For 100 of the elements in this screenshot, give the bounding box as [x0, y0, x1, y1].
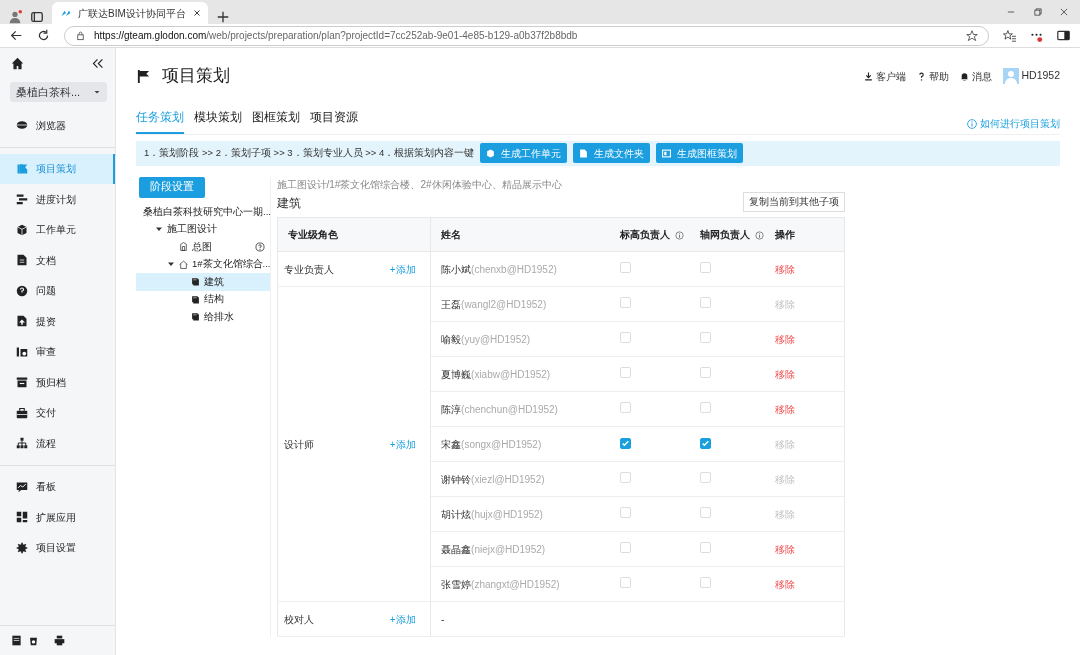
settings-icon: [16, 541, 28, 554]
sidebar-item[interactable]: 提资: [0, 306, 115, 337]
copy-button[interactable]: 复制当前到其他子项: [742, 191, 845, 212]
tree-node[interactable]: 给排水: [136, 308, 270, 326]
url-text: https://gteam.glodon.com/web/projects/preparation/plan?projectId=7cc252ab-9e01-4e85-b129-a0b37f2b8bdb: [94, 29, 579, 43]
sidebar-item[interactable]: 问题: [0, 275, 115, 306]
question-icon: [16, 284, 28, 297]
star-icon[interactable]: [966, 29, 978, 42]
document-icon: [579, 148, 589, 158]
tree-node[interactable]: 施工图设计: [136, 220, 270, 238]
member-name: 聂晶鑫(niejx@HD1952): [441, 543, 546, 555]
tree-node[interactable]: 1#茶文化馆综合...: [136, 255, 270, 273]
tab[interactable]: 图框策划: [252, 104, 300, 134]
sidebar-item[interactable]: 扩展应用: [0, 502, 115, 533]
column-header: 专业级角色: [277, 217, 431, 252]
sidebar-item[interactable]: 文档: [0, 245, 115, 276]
column-header: 姓名: [430, 217, 611, 252]
caret-icon: [93, 88, 101, 96]
notebook-icon[interactable]: [11, 635, 22, 646]
cube-icon: [16, 223, 28, 236]
document-icon: [16, 254, 28, 267]
house-icon: [179, 259, 188, 269]
download-icon: [863, 71, 873, 81]
tab-title: 广联达BIM设计协同平台: [78, 6, 186, 21]
reload-icon[interactable]: [37, 29, 50, 42]
home-icon[interactable]: [11, 56, 24, 70]
empty-value: -: [441, 613, 445, 625]
header-link[interactable]: 消息: [959, 68, 992, 84]
tree-node[interactable]: 建筑: [136, 273, 270, 291]
help-icon[interactable]: [255, 241, 265, 252]
sidebar-item[interactable]: 审查: [0, 336, 115, 367]
tab[interactable]: 项目资源: [310, 104, 358, 134]
cube-icon: [486, 148, 496, 158]
apps-icon: [16, 511, 28, 524]
presentation-icon: [16, 480, 28, 493]
tab[interactable]: 模块策划: [194, 104, 242, 134]
breadcrumb-text: 施工图设计/1#茶文化馆综合楼、2#休闲体验中心、精品展示中心: [276, 177, 563, 192]
back-icon[interactable]: [10, 29, 23, 42]
address-bar[interactable]: https://gteam.glodon.com/web/projects/preparation/plan?projectId=7cc252ab-9e01-4e85-b129-a0b37f2b8bdb: [64, 25, 989, 46]
sidebar-item[interactable]: 工作单元: [0, 214, 115, 245]
sidebar-item[interactable]: 进度计划: [0, 184, 115, 215]
info-icon: [967, 118, 977, 129]
bin-icon[interactable]: [27, 635, 39, 646]
sidebar-item[interactable]: 看板: [0, 471, 115, 502]
member-name: 张雪婷(zhangxt@HD1952): [441, 578, 560, 590]
role-label: 专业负责人: [284, 262, 334, 277]
close-icon[interactable]: [1059, 7, 1069, 17]
printer-icon[interactable]: [54, 635, 65, 646]
restore-icon[interactable]: [1032, 7, 1043, 17]
sidebar-item[interactable]: 预归档: [0, 367, 115, 398]
collapse-icon[interactable]: [91, 56, 104, 70]
upload-icon: [16, 315, 28, 328]
remove-link[interactable]: 移除: [775, 578, 796, 590]
browser-tab[interactable]: 广联达BIM设计协同平台: [52, 2, 208, 24]
lock-icon[interactable]: [75, 30, 86, 41]
header-link[interactable]: 帮助: [916, 68, 949, 84]
remove-link[interactable]: 移除: [775, 368, 796, 380]
remove-link[interactable]: 移除: [775, 263, 796, 275]
column-header: 标高负责人: [610, 217, 691, 252]
flag-icon: [16, 162, 28, 175]
member-name: 谢钟铃(xiezl@HD1952): [441, 473, 545, 485]
user-name[interactable]: HD1952: [1021, 68, 1060, 84]
help-icon: [916, 71, 926, 81]
column-header: 轴网负责人: [690, 217, 766, 252]
project-select[interactable]: 桑植白茶科...: [10, 82, 107, 102]
tree-node[interactable]: 总图: [136, 238, 270, 256]
info-icon[interactable]: [755, 231, 765, 241]
flag-icon: [136, 68, 151, 84]
briefcase-icon: [16, 406, 28, 419]
remove-link[interactable]: 移除: [775, 333, 796, 345]
header-link[interactable]: 客户端: [863, 68, 906, 84]
sidebar-item[interactable]: 浏览器: [0, 110, 115, 141]
member-name: 陈淳(chenchun@HD1952): [441, 403, 558, 415]
tree-node[interactable]: 结构: [136, 290, 270, 308]
archive-icon: [16, 376, 28, 389]
building-icon: [179, 242, 188, 252]
remove-link[interactable]: 移除: [775, 543, 796, 555]
favorites-icon[interactable]: [1003, 29, 1016, 42]
profile-icon[interactable]: [8, 10, 22, 24]
member-name: 夏博巍(xiabw@HD1952): [441, 368, 551, 380]
steps-text: 1．策划阶段 >> 2．策划子项 >> 3．策划专业人员 >> 4．根据策划内容一键: [144, 145, 475, 160]
role-label: 设计师: [284, 437, 314, 452]
tree-node[interactable]: 桑植白茶科技研究中心一期...: [136, 203, 270, 221]
sidebar-toggle-icon[interactable]: [1057, 29, 1070, 42]
new-tab-icon[interactable]: [216, 10, 230, 24]
bell-icon: [959, 71, 969, 81]
tab-actions-icon[interactable]: [30, 10, 44, 24]
member-name: 胡计炫(hujx@HD1952): [441, 508, 543, 520]
member-name: 陈小斌(chenxb@HD1952): [441, 263, 557, 275]
sidebar-item[interactable]: 流程: [0, 428, 115, 459]
info-icon[interactable]: [675, 231, 685, 241]
remove-link[interactable]: 移除: [775, 403, 796, 415]
page-title: 项目策划: [162, 65, 230, 88]
sidebar-item[interactable]: 交付: [0, 397, 115, 428]
close-icon[interactable]: [191, 8, 202, 18]
frame-icon: [662, 148, 672, 158]
member-name: 宋鑫(songx@HD1952): [441, 438, 542, 450]
member-name: 王磊(wangl2@HD1952): [441, 298, 547, 310]
sidebar-item[interactable]: 项目设置: [0, 532, 115, 563]
member-name: 喻毅(yuy@HD1952): [441, 333, 531, 345]
